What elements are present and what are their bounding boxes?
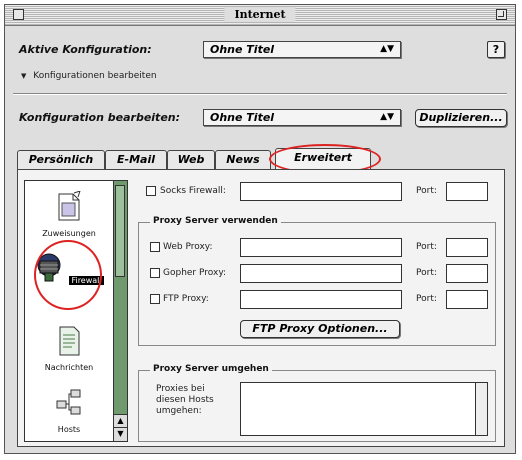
gopher-proxy-port-field[interactable] <box>446 264 488 283</box>
gopher-proxy-port-label: Port: <box>416 268 437 278</box>
disclosure-label: Konfigurationen bearbeiten <box>33 71 157 81</box>
tab-email[interactable]: E-Mail <box>105 150 167 170</box>
network-icon <box>56 389 81 415</box>
edit-config-value: Ohne Titel <box>210 111 275 124</box>
window-title: Internet <box>224 7 296 22</box>
bypass-group-title: Proxy Server umgehen <box>150 364 272 374</box>
sidebar-item-zuweisungen[interactable]: Zuweisungen <box>25 190 113 238</box>
web-proxy-label: Web Proxy: <box>163 242 213 252</box>
help-button[interactable]: ? <box>487 41 505 58</box>
separator <box>13 93 507 95</box>
web-proxy-checkbox[interactable] <box>150 242 160 252</box>
highlight-oval-firewall <box>34 240 102 310</box>
gopher-proxy-label: Gopher Proxy: <box>163 268 227 278</box>
ftp-proxy-options-button[interactable]: FTP Proxy Optionen... <box>240 320 400 338</box>
bypass-description: Proxies bei diesen Hosts umgehen: <box>156 384 214 416</box>
gopher-proxy-field[interactable] <box>240 264 402 283</box>
textarea-scrollbar[interactable] <box>475 383 487 435</box>
web-proxy-field[interactable] <box>240 238 402 257</box>
ftp-proxy-port-field[interactable] <box>446 290 488 309</box>
proxy-group-title: Proxy Server verwenden <box>150 216 281 226</box>
ftp-proxy-port-label: Port: <box>416 294 437 304</box>
web-proxy-port-label: Port: <box>416 242 437 252</box>
socks-field[interactable] <box>240 182 402 201</box>
sidebar-scroll-thumb[interactable] <box>115 185 125 277</box>
active-config-label: Aktive Konfiguration: <box>19 43 152 56</box>
document-icon <box>58 190 81 221</box>
ftp-proxy-field[interactable] <box>240 290 402 309</box>
socks-port-label: Port: <box>416 186 437 196</box>
bypass-hosts-textarea[interactable] <box>240 382 488 436</box>
socks-checkbox[interactable] <box>146 186 156 196</box>
zoom-box[interactable] <box>496 9 507 20</box>
sidebar-item-nachrichten[interactable]: Nachrichten <box>25 325 113 372</box>
internet-window: Internet Aktive Konfiguration: Ohne Tite… <box>4 4 516 454</box>
title-bar[interactable]: Internet <box>5 5 515 26</box>
ftp-proxy-label: FTP Proxy: <box>163 294 209 304</box>
scroll-down-icon[interactable]: ▼ <box>114 427 127 441</box>
sidebar-item-label: Hosts <box>57 425 81 434</box>
disclosure-triangle-icon[interactable]: ▼ <box>21 72 26 80</box>
popup-arrows-icon: ▲▼ <box>380 44 394 54</box>
popup-arrows-icon: ▲▼ <box>380 112 394 122</box>
sidebar-item-label: Zuweisungen <box>42 229 96 238</box>
message-icon <box>59 326 80 356</box>
web-proxy-port-field[interactable] <box>446 238 488 257</box>
disclosure-row[interactable]: ▼ Konfigurationen bearbeiten <box>21 71 157 81</box>
tab-persoenlich[interactable]: Persönlich <box>17 150 105 170</box>
active-config-value: Ohne Titel <box>210 43 275 56</box>
ftp-proxy-checkbox[interactable] <box>150 294 160 304</box>
active-config-popup[interactable]: Ohne Titel ▲▼ <box>203 41 401 58</box>
socks-port-field[interactable] <box>446 182 488 201</box>
sidebar-scrollbar[interactable]: ▲ ▼ <box>113 181 127 441</box>
settings-panel: Zuweisungen Firewall Nachrichten Hosts ▲… <box>17 169 505 447</box>
close-box[interactable] <box>13 9 24 20</box>
duplicate-button[interactable]: Duplizieren... <box>415 109 507 127</box>
tab-news[interactable]: News <box>215 150 271 170</box>
tab-web[interactable]: Web <box>167 150 215 170</box>
edit-config-label: Konfiguration bearbeiten: <box>19 111 181 124</box>
sidebar-item-hosts[interactable]: Hosts <box>25 387 113 434</box>
sidebar-list: Zuweisungen Firewall Nachrichten Hosts ▲… <box>24 180 128 442</box>
sidebar-item-label: Nachrichten <box>44 363 94 372</box>
scroll-up-icon[interactable]: ▲ <box>114 414 127 428</box>
socks-label: Socks Firewall: <box>160 186 226 196</box>
help-icon: ? <box>492 43 500 56</box>
edit-config-popup[interactable]: Ohne Titel ▲▼ <box>203 109 401 126</box>
gopher-proxy-checkbox[interactable] <box>150 268 160 278</box>
